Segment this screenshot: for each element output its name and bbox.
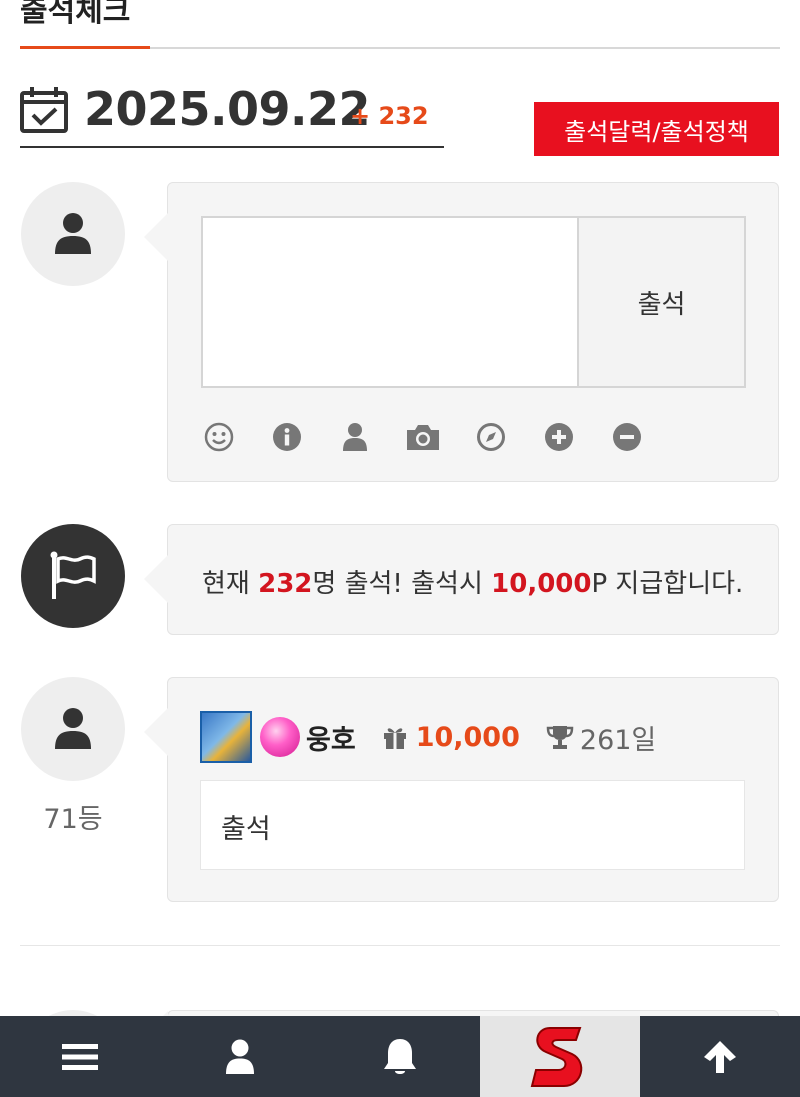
notification-button[interactable] [320, 1016, 480, 1097]
notice-avatar [21, 524, 125, 628]
bottom-nav-bar [0, 1016, 800, 1097]
profile-button[interactable] [160, 1016, 320, 1097]
attendance-days: 261일 [579, 724, 657, 756]
entry-bubble: 웅호 10,000 261일 출석 [144, 677, 779, 902]
trophy-icon [546, 726, 574, 749]
page-title: 출석체크 [20, 0, 131, 29]
attendance-policy-button[interactable]: 출석달력/출석정책 [534, 102, 779, 156]
points-value: 10,000 [415, 721, 520, 753]
write-bubble: 출석 [144, 182, 779, 482]
user-icon [55, 213, 91, 254]
user-icon [226, 1039, 254, 1074]
site-logo [530, 1026, 583, 1087]
site-logo-button[interactable] [480, 1016, 640, 1097]
user-icon[interactable] [337, 419, 373, 455]
editor-toolbar [201, 419, 677, 455]
scroll-top-button[interactable] [640, 1016, 800, 1097]
rank-label: 71등 [43, 804, 103, 835]
info-icon[interactable] [269, 419, 305, 455]
menu-icon [62, 1043, 98, 1070]
user-name[interactable]: 웅호 [306, 718, 356, 757]
menu-button[interactable] [0, 1016, 160, 1097]
flag-icon [50, 551, 96, 599]
entry-message: 출석 [200, 780, 745, 870]
submit-attendance-button[interactable]: 출석 [579, 216, 746, 388]
notice-bubble: 현재 232명 출석! 출석시 10,000P 지급합니다. [144, 524, 779, 635]
camera-icon[interactable] [405, 419, 441, 455]
notice-points: 10,000 [491, 569, 592, 599]
arrow-up-icon [704, 1040, 736, 1073]
minus-circle-icon[interactable] [609, 419, 645, 455]
avatar [21, 182, 125, 286]
calendar-check-icon [20, 87, 68, 133]
title-underline [20, 46, 150, 49]
entry-header: 웅호 10,000 261일 [200, 711, 656, 763]
smile-icon[interactable] [201, 419, 237, 455]
page-header: 출석체크 [20, 0, 780, 49]
notice-text: 현재 232명 출석! 출석시 10,000P 지급합니다. [202, 569, 744, 599]
gift-icon [383, 728, 406, 749]
level-badge-icon [200, 711, 252, 763]
date-row: 2025.09.22 + 232 [20, 80, 444, 148]
user-icon [55, 708, 91, 749]
divider [20, 945, 780, 946]
compass-icon[interactable] [473, 419, 509, 455]
date-text: 2025.09.22 [84, 82, 371, 136]
plus-circle-icon[interactable] [541, 419, 577, 455]
comment-textarea[interactable] [201, 216, 579, 388]
entry-avatar [21, 677, 125, 781]
bell-icon [384, 1038, 416, 1074]
notice-count: 232 [258, 569, 313, 599]
attendance-count: + 232 [350, 102, 429, 130]
gem-icon [260, 717, 300, 757]
